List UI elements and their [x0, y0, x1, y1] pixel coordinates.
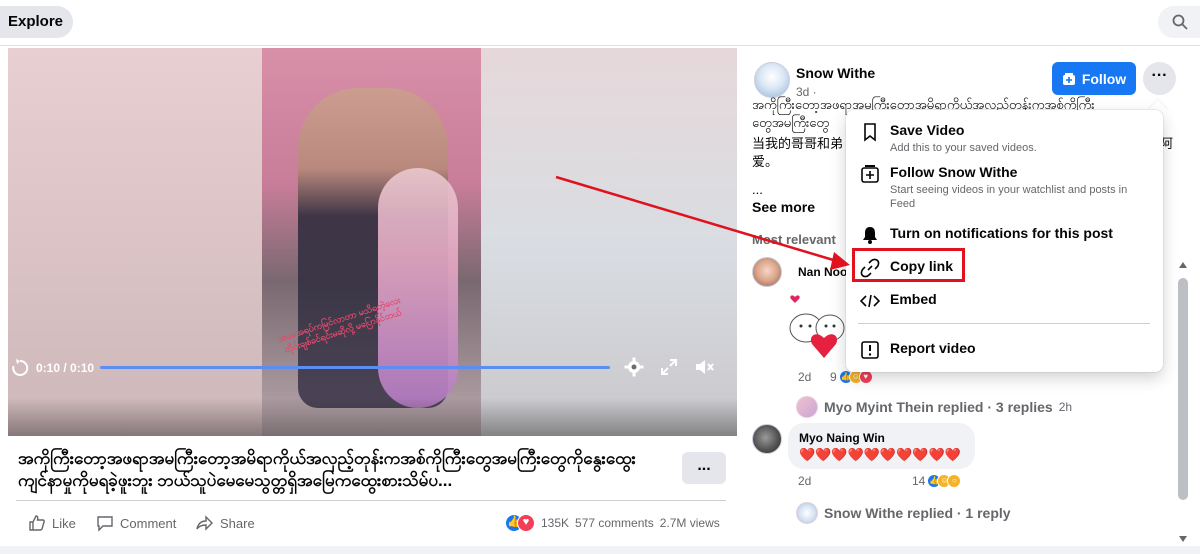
comment-sort-dropdown[interactable]: Most relevant: [752, 232, 836, 247]
reply-summary-1[interactable]: Myo Myint Thein replied · 3 replies 2h: [796, 396, 1072, 418]
bottom-strip: [0, 546, 1200, 554]
post-ellipsis: ...: [752, 182, 763, 197]
comment-count[interactable]: 577 comments: [575, 516, 654, 530]
menu-item-title: Report video: [890, 340, 976, 356]
like-label: Like: [52, 515, 76, 531]
comment-reactions[interactable]: 9 👍 ☺ ♥: [830, 370, 873, 384]
comment-button[interactable]: Comment: [96, 514, 176, 532]
reply-summary-2[interactable]: Snow Withe replied · 1 reply: [796, 502, 1011, 524]
commenter-avatar[interactable]: [752, 257, 782, 287]
report-icon: [861, 341, 879, 359]
small-heart-icon: [790, 295, 800, 303]
reaction-summary[interactable]: 👍 ♥ 135K 577 comments 2.7M views: [505, 514, 720, 532]
caption-more-button[interactable]: ...: [682, 452, 726, 484]
reply-age: 2h: [1058, 400, 1073, 414]
menu-item-title: Embed: [890, 291, 937, 307]
post-more-button[interactable]: ···: [1143, 62, 1176, 95]
view-count: 2.7M views: [659, 516, 720, 530]
comment-body: ❤️❤️❤️❤️❤️❤️❤️❤️❤️❤️: [799, 447, 961, 462]
bell-icon: [863, 227, 877, 244]
share-button[interactable]: Share: [196, 514, 255, 532]
see-more-link[interactable]: See more: [752, 199, 815, 215]
explore-button[interactable]: Explore: [0, 6, 74, 38]
comment-age: 2d: [798, 474, 812, 488]
comment-reaction-count: 14: [912, 474, 926, 488]
replier-avatar: [796, 502, 818, 524]
replay-icon[interactable]: [10, 358, 30, 378]
commenter-avatar[interactable]: [752, 424, 782, 454]
reaction-count: 135K: [541, 516, 570, 530]
mute-icon[interactable]: [694, 358, 714, 376]
love-reaction-icon: ♥: [858, 370, 873, 384]
menu-item-follow[interactable]: Follow Snow Withe Start seeing videos in…: [846, 164, 1163, 220]
post-text-line4: 爱。: [752, 154, 779, 169]
menu-item-embed[interactable]: Embed: [846, 291, 1163, 313]
top-bar: Explore: [0, 0, 1200, 46]
reply-summary-text: Myo Myint Thein replied · 3 replies: [824, 399, 1053, 415]
menu-item-desc: Add this to your saved videos.: [890, 142, 1037, 154]
like-button[interactable]: Like: [28, 514, 76, 532]
comment-age: 2d: [798, 370, 812, 384]
menu-separator: [858, 323, 1150, 324]
cat-heart-sticker: [789, 313, 845, 358]
reply-summary-text: Snow Withe replied · 1 reply: [824, 505, 1011, 521]
post-options-menu: Save Video Add this to your saved videos…: [846, 110, 1163, 372]
video-blur-left: [8, 48, 262, 436]
post-text-line2: တွေအမကြီးတွေ: [752, 115, 829, 130]
love-reaction-icon: ♥: [517, 514, 535, 532]
comment-reactions[interactable]: 14 👍 ☺ ○: [912, 474, 962, 488]
comment-reaction-count: 9: [830, 370, 837, 384]
menu-item-desc: Start seeing videos in your watchlist an…: [890, 184, 1128, 210]
thumbs-up-icon: [29, 515, 45, 531]
bookmark-icon: [864, 123, 876, 142]
video-time: 0:10 / 0:10: [36, 361, 95, 375]
video-caption: အကိုကြီးတော့အဖရာအမကြီးတော့အမိရာကိုယ်အလှည…: [18, 449, 636, 490]
expand-icon[interactable]: [660, 358, 678, 376]
commenter-name[interactable]: Nan Noo: [798, 265, 847, 279]
video-player[interactable]: အမေအရပ်ကမြင်လာတာ မသိရတဲ့လေးတိုင်းချစ်ခင်…: [8, 48, 737, 436]
author-name[interactable]: Snow Withe: [796, 65, 875, 81]
share-label: Share: [220, 515, 255, 531]
menu-item-notifications[interactable]: Turn on notifications for this post: [846, 225, 1163, 247]
video-progress-bar[interactable]: [100, 366, 610, 369]
video-controls: [8, 398, 737, 436]
wow-reaction-icon: ○: [947, 474, 962, 488]
comment-icon: [97, 516, 113, 532]
replier-avatar: [796, 396, 818, 418]
actions-divider: [16, 500, 726, 501]
share-icon: [196, 515, 213, 531]
follow-watch-icon: [861, 165, 879, 183]
comment-label: Comment: [120, 515, 177, 531]
menu-item-title: Turn on notifications for this post: [890, 225, 1113, 241]
video-blur-right: [481, 48, 737, 436]
search-icon: [1172, 14, 1188, 30]
menu-item-save-video[interactable]: Save Video Add this to your saved videos…: [846, 122, 1163, 162]
menu-item-title: Save Video: [890, 122, 965, 138]
settings-gear-icon[interactable]: [624, 357, 644, 377]
video-subject-child: [378, 168, 458, 408]
scrollbar-thumb[interactable]: [1178, 278, 1188, 500]
follow-button[interactable]: Follow: [1052, 62, 1136, 95]
menu-item-title: Follow Snow Withe: [890, 164, 1018, 180]
follow-label: Follow: [1081, 70, 1127, 87]
copy-link-highlight-box: [852, 248, 965, 282]
search-button[interactable]: [1158, 6, 1200, 38]
code-icon: [860, 294, 880, 308]
menu-item-report[interactable]: Report video: [846, 340, 1163, 362]
commenter-name[interactable]: Myo Naing Win: [799, 431, 885, 445]
follow-icon: [1062, 72, 1075, 85]
author-avatar[interactable]: [754, 62, 790, 98]
